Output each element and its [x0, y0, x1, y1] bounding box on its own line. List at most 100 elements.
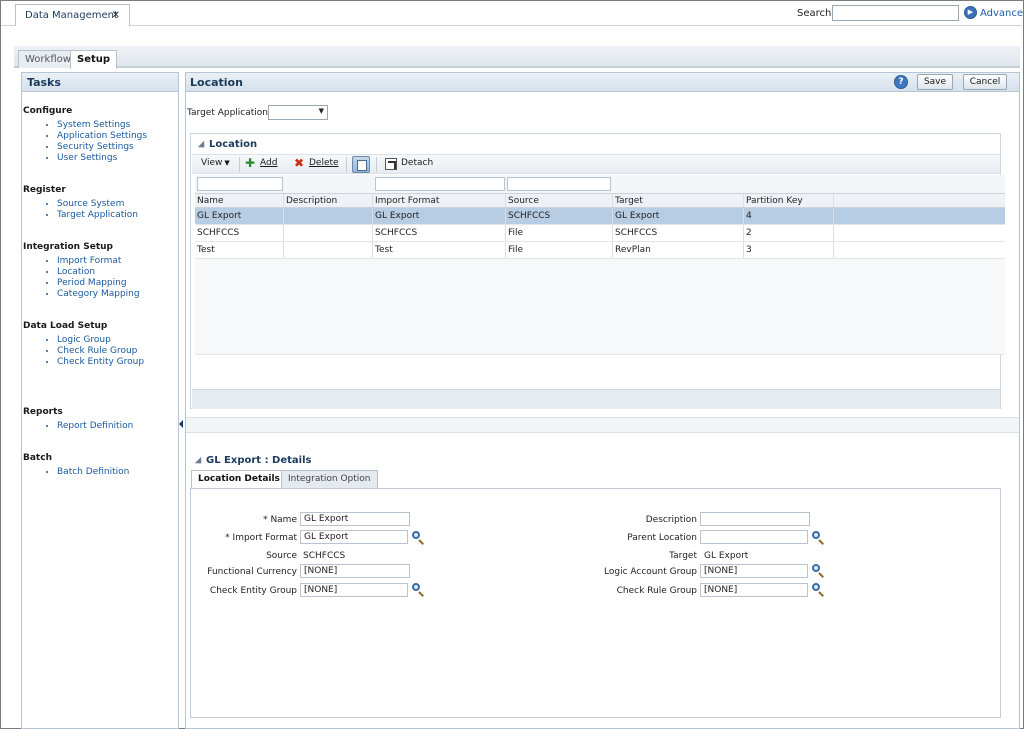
check-entity-group-label: Check Entity Group [209, 586, 297, 596]
search-label: Search: [797, 8, 835, 19]
import-format-field[interactable]: GL Export [300, 530, 408, 544]
cell-source: SCHFCCS [506, 208, 613, 224]
check-rule-group-field[interactable]: [NONE] [700, 583, 808, 597]
tab-setup[interactable]: Setup [70, 50, 118, 69]
task-link-target-application[interactable]: Target Application [57, 210, 178, 221]
cell-name: Test [195, 242, 284, 258]
parent-location-label: Parent Location [627, 533, 697, 543]
doc-tab-data-management[interactable]: Data Management ✕ [15, 4, 130, 26]
search-icon[interactable] [411, 582, 425, 596]
cell-name: SCHFCCS [195, 225, 284, 241]
advanced-link[interactable]: Advanced [980, 8, 1024, 19]
cell-name: GL Export [195, 208, 284, 224]
advanced-arrow-icon[interactable]: ▶ [964, 6, 977, 19]
help-icon[interactable]: ? [894, 75, 908, 89]
main-header: Location ? Save Cancel [186, 73, 1019, 92]
logic-account-group-field[interactable]: [NONE] [700, 564, 808, 578]
logic-account-group-label: Logic Account Group [604, 567, 697, 577]
task-link-location[interactable]: Location [57, 267, 178, 278]
task-group-batch: Batch Batch Definition [22, 453, 178, 478]
search-icon[interactable] [811, 530, 825, 544]
search-icon[interactable] [811, 563, 825, 577]
column-header-name[interactable]: Name [195, 194, 284, 207]
page-title: Location [190, 76, 243, 89]
detach-button[interactable]: Detach [401, 158, 433, 168]
details-section-title[interactable]: GL Export : Details [194, 455, 311, 466]
functional-currency-field[interactable]: [NONE] [300, 564, 410, 578]
add-button[interactable]: ✚ Add [245, 156, 277, 170]
description-field[interactable] [700, 512, 810, 526]
cell-target: GL Export [613, 208, 744, 224]
tab-integration-option[interactable]: Integration Option [281, 470, 378, 488]
search-icon[interactable] [411, 530, 425, 544]
task-group-title: Data Load Setup [23, 321, 108, 331]
task-link-category-mapping[interactable]: Category Mapping [57, 289, 178, 300]
table-footer [192, 389, 1000, 409]
column-header-import-format[interactable]: Import Format [373, 194, 506, 207]
cell-import-format: SCHFCCS [373, 225, 506, 241]
task-link-period-mapping[interactable]: Period Mapping [57, 278, 178, 289]
location-table: Name Description Import Format Source Ta… [195, 175, 1005, 355]
delete-icon: ✖ [294, 156, 305, 170]
task-link-import-format[interactable]: Import Format [57, 256, 178, 267]
task-group-reports: Reports Report Definition [22, 407, 178, 432]
task-group-register: Register Source System Target Applicatio… [22, 185, 178, 221]
task-group-title: Batch [23, 453, 52, 463]
task-link-check-rule-group[interactable]: Check Rule Group [57, 346, 178, 357]
cell-source: File [506, 225, 613, 241]
tab-location-details[interactable]: Location Details [191, 470, 287, 489]
detach-icon[interactable] [385, 158, 397, 170]
table-header: Name Description Import Format Source Ta… [195, 193, 1005, 208]
column-header-description[interactable]: Description [284, 194, 373, 207]
filter-name-input[interactable] [197, 177, 283, 191]
filter-source-input[interactable] [507, 177, 611, 191]
check-entity-group-field[interactable]: [NONE] [300, 583, 408, 597]
toolbar-divider [239, 157, 240, 172]
task-link-logic-group[interactable]: Logic Group [57, 335, 178, 346]
search-icon[interactable] [811, 582, 825, 596]
task-link-user-settings[interactable]: User Settings [57, 153, 178, 164]
query-by-example-icon[interactable] [352, 156, 370, 173]
target-application-select[interactable] [268, 105, 328, 120]
panel-splitter[interactable] [186, 417, 1019, 433]
delete-button[interactable]: ✖ Delete [294, 156, 339, 170]
table-row[interactable]: SCHFCCS SCHFCCS File SCHFCCS 2 [195, 225, 1005, 242]
column-header-source[interactable]: Source [506, 194, 613, 207]
close-icon[interactable]: ✕ [112, 10, 120, 21]
table-row[interactable]: GL Export GL Export SCHFCCS GL Export 4 [195, 208, 1005, 225]
save-button[interactable]: Save [917, 74, 953, 90]
details-panel: * Name GL Export * Import Format GL Expo… [190, 488, 1001, 718]
task-link-security-settings[interactable]: Security Settings [57, 142, 178, 153]
task-group-integration-setup: Integration Setup Import Format Location… [22, 242, 178, 300]
target-value: GL Export [704, 551, 749, 561]
parent-location-field[interactable] [700, 530, 808, 544]
task-group-data-load-setup: Data Load Setup Logic Group Check Rule G… [22, 321, 178, 368]
filter-import-format-input[interactable] [375, 177, 505, 191]
search-input[interactable] [832, 5, 959, 21]
toolbar-divider [346, 157, 347, 172]
name-field[interactable]: GL Export [300, 512, 410, 526]
task-link-batch-definition[interactable]: Batch Definition [57, 467, 178, 478]
location-section-title[interactable]: Location [197, 139, 257, 150]
task-link-system-settings[interactable]: System Settings [57, 120, 178, 131]
cancel-button[interactable]: Cancel [963, 74, 1007, 90]
filter-row [195, 175, 1005, 193]
cell-description [284, 242, 373, 258]
chevron-down-icon: ▼ [224, 159, 230, 167]
task-link-check-entity-group[interactable]: Check Entity Group [57, 357, 178, 368]
collapse-triangle-icon[interactable] [197, 140, 205, 148]
import-format-label: * Import Format [225, 533, 297, 543]
tab-workflow[interactable]: Workflow [18, 50, 78, 68]
column-header-partition-key[interactable]: Partition Key [744, 194, 834, 207]
task-link-source-system[interactable]: Source System [57, 199, 178, 210]
task-link-application-settings[interactable]: Application Settings [57, 131, 178, 142]
collapse-panel-arrow-icon[interactable] [179, 418, 184, 430]
view-menu[interactable]: View ▼ [201, 158, 230, 168]
collapse-triangle-icon[interactable] [194, 456, 202, 464]
cell-partition-key: 3 [744, 242, 834, 258]
functional-currency-label: Functional Currency [207, 567, 297, 577]
task-link-report-definition[interactable]: Report Definition [57, 421, 178, 432]
location-toolbar: View ▼ ✚ Add ✖ Delete Detach [192, 154, 1000, 174]
column-header-target[interactable]: Target [613, 194, 744, 207]
table-row[interactable]: Test Test File RevPlan 3 [195, 242, 1005, 259]
